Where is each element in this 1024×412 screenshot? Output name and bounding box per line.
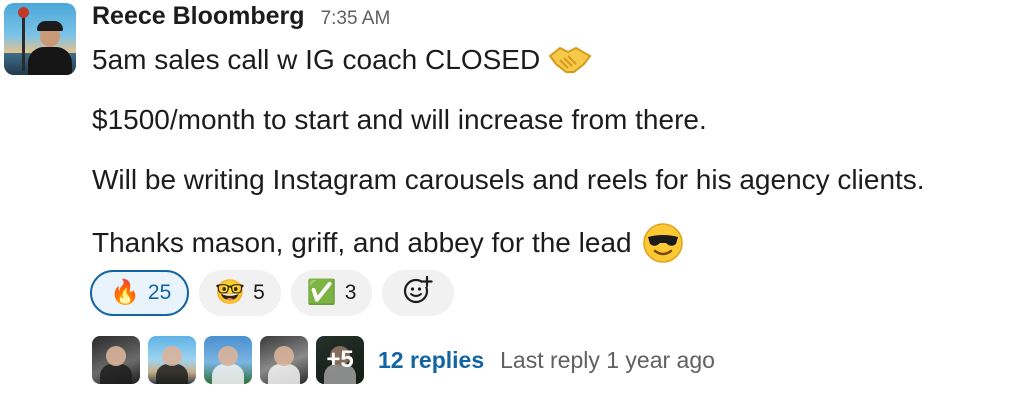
nerd-face-icon: 🤓 [215, 279, 246, 306]
message: Reece Bloomberg 7:35 AM 5am sales call w… [0, 0, 1024, 412]
sender-name[interactable]: Reece Bloomberg [92, 2, 305, 31]
reply-count-link[interactable]: 12 replies [378, 347, 484, 374]
avatar-lamp [22, 11, 25, 71]
message-timestamp[interactable]: 7:35 AM [321, 8, 391, 30]
avatar-person-cap [37, 21, 63, 31]
reaction-nerd-face[interactable]: 🤓 5 [199, 270, 281, 316]
last-reply-text: Last reply 1 year ago [500, 346, 715, 373]
handshake-icon [548, 42, 592, 78]
avatar-figure-head [162, 346, 182, 366]
message-line-4-text: Thanks mason, griff, and abbey for the l… [92, 227, 632, 258]
reaction-white-check-mark[interactable]: ✅ 3 [290, 270, 373, 316]
avatar-figure-head [274, 346, 294, 366]
overflow-count: +5 [316, 336, 364, 384]
message-line-3: Will be writing Instagram carousels and … [92, 164, 925, 196]
reaction-count: 25 [147, 281, 172, 304]
replier-avatar [204, 336, 252, 384]
replier-avatar-overflow: +5 [316, 336, 364, 384]
reaction-count: 3 [344, 281, 357, 304]
avatar-person-body [28, 47, 72, 75]
message-line-4: Thanks mason, griff, and abbey for the l… [92, 222, 684, 264]
reaction-fire[interactable]: 🔥 25 [90, 270, 190, 316]
add-emoji-icon [403, 275, 434, 311]
add-reaction-button[interactable] [382, 270, 455, 316]
message-line-1: 5am sales call w IG coach CLOSED [92, 42, 592, 78]
message-header: Reece Bloomberg 7:35 AM [92, 2, 390, 34]
replier-avatar [260, 336, 308, 384]
thread-summary[interactable]: +5 12 replies Last reply 1 year ago [92, 336, 715, 384]
avatar-figure-body [156, 364, 188, 384]
replier-avatar [92, 336, 140, 384]
sender-avatar[interactable] [4, 3, 76, 75]
reactions-bar: 🔥 25 🤓 5 ✅ 3 [90, 270, 455, 316]
avatar-lamp-top [18, 7, 29, 18]
replier-avatar [148, 336, 196, 384]
check-mark-icon: ✅ [306, 279, 337, 306]
message-line-3-text: Will be writing Instagram carousels and … [92, 164, 925, 195]
reaction-count: 5 [253, 281, 265, 304]
avatar-figure-body [268, 364, 300, 384]
fire-icon: 🔥 [110, 279, 140, 306]
message-line-2: $1500/month to start and will increase f… [92, 104, 707, 136]
avatar-figure-body [212, 364, 244, 384]
message-line-2-text: $1500/month to start and will increase f… [92, 104, 707, 135]
avatar-figure-body [100, 364, 132, 384]
avatar-figure-head [218, 346, 238, 366]
message-line-1-text: 5am sales call w IG coach CLOSED [92, 44, 541, 75]
smiling-face-with-sunglasses-icon [642, 222, 684, 264]
avatar-figure-head [106, 346, 126, 366]
